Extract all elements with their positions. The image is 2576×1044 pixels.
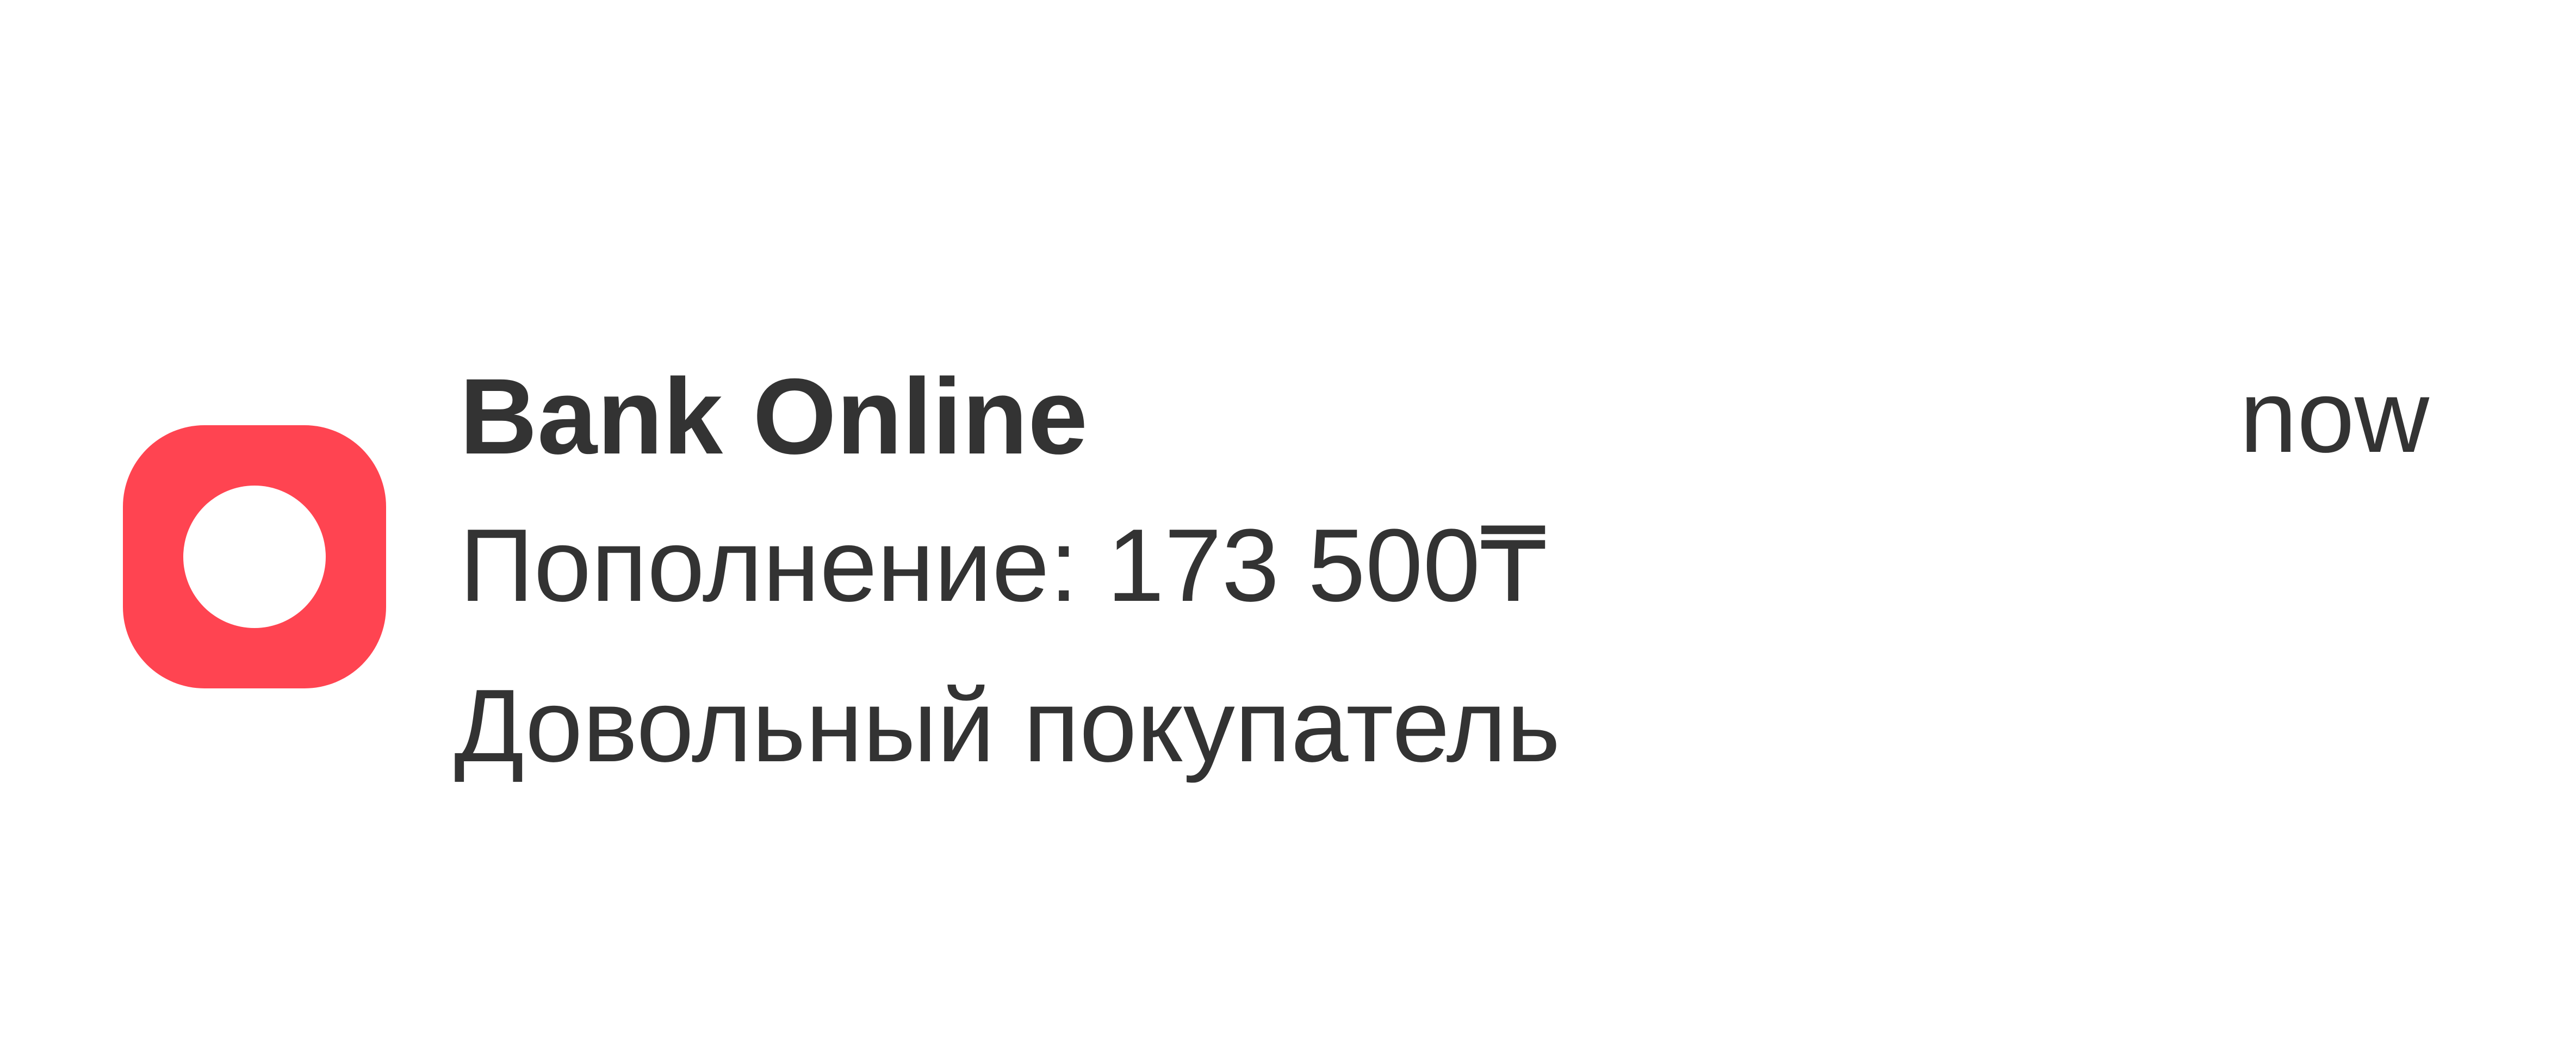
app-name: Bank Online [460, 356, 1088, 476]
notification-time: now [2239, 359, 2429, 474]
push-notification[interactable]: Bank Online now Пополнение: 173 500₸ Дов… [0, 0, 2576, 1044]
app-icon-ring [183, 486, 326, 628]
bank-online-app-icon [123, 425, 386, 688]
notification-title: Пополнение: 173 500₸ [460, 508, 1547, 623]
notification-body: Довольный покупатель [454, 668, 1561, 784]
